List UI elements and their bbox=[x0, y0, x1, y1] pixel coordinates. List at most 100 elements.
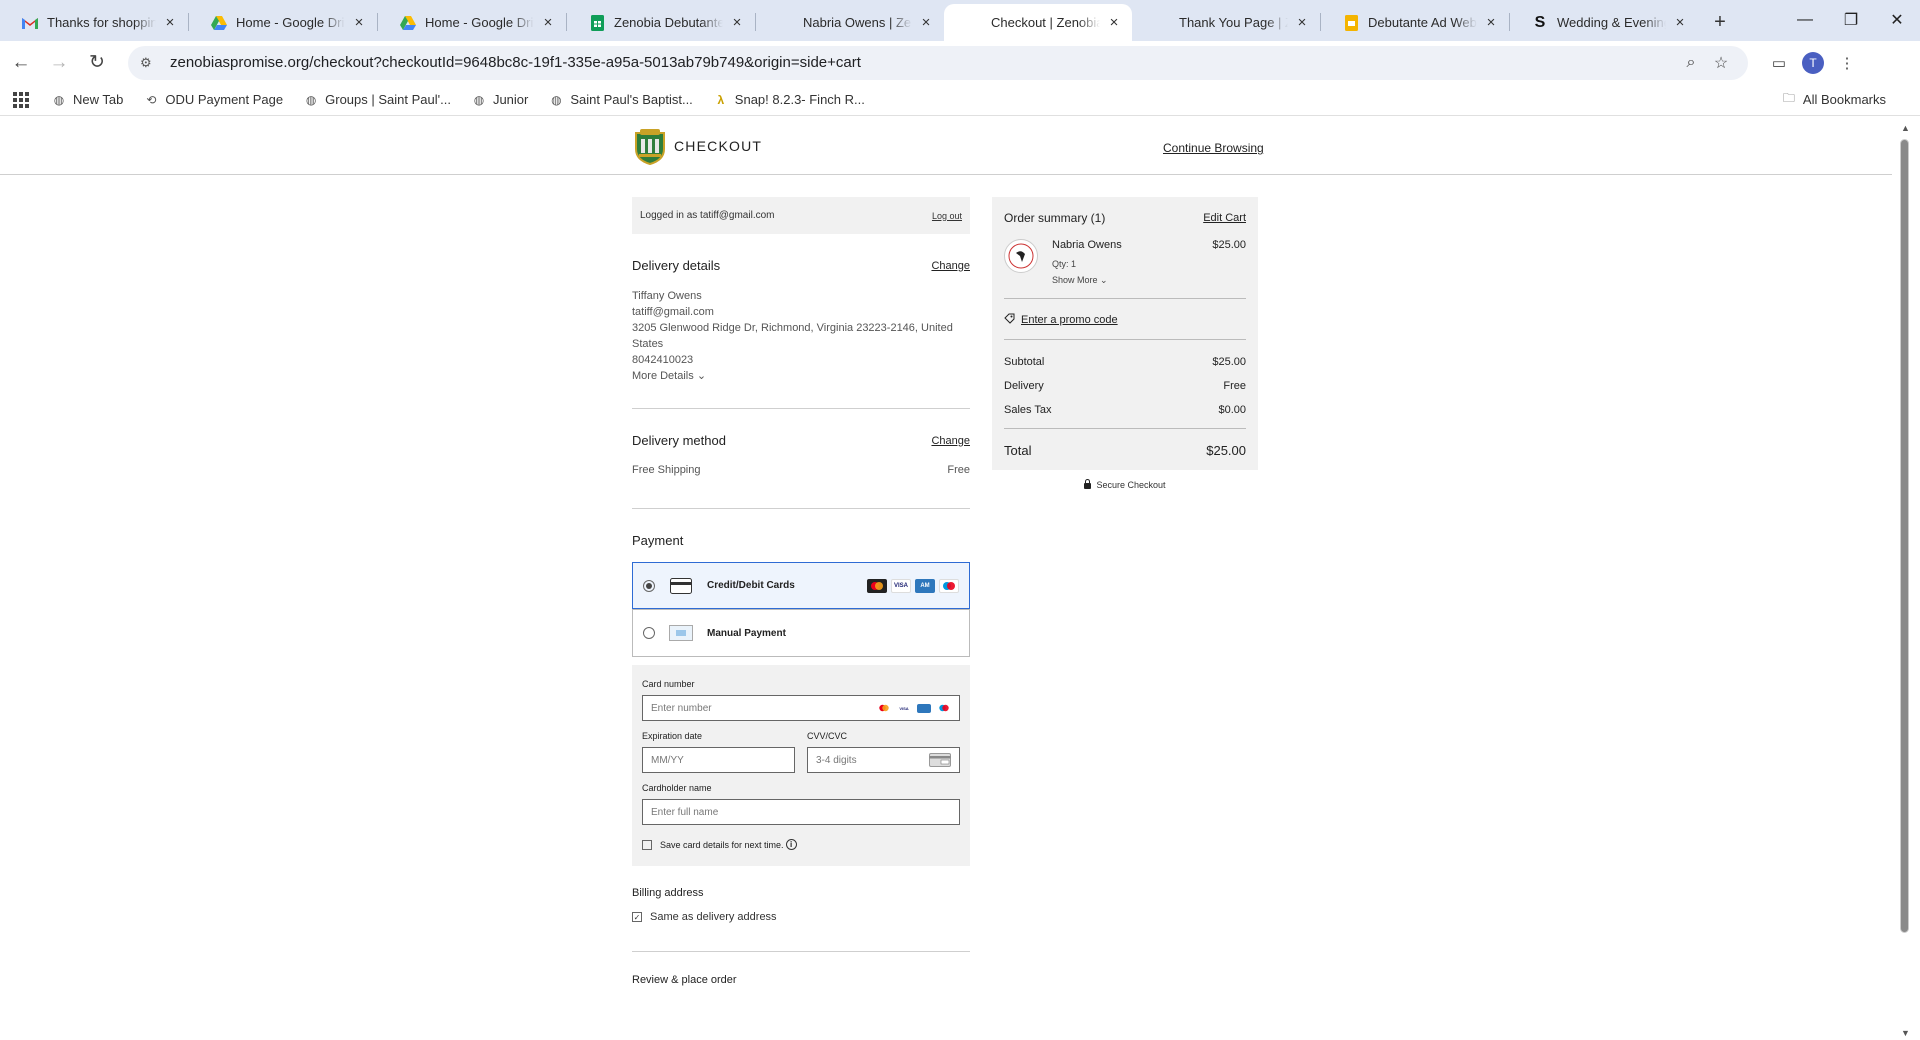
address-bar[interactable]: ⚙ zenobiaspromise.org/checkout?checkoutI… bbox=[128, 45, 1748, 80]
payment-section: Payment Credit/Debit Cards VISA AM Manua… bbox=[632, 509, 970, 986]
cvv-placeholder: 3-4 digits bbox=[816, 754, 857, 766]
expiration-input[interactable]: MM/YY bbox=[642, 747, 795, 773]
save-card-checkbox[interactable] bbox=[642, 839, 652, 850]
new-tab-button[interactable]: + bbox=[1706, 8, 1734, 36]
tab-title: Checkout | Zenobia's P bbox=[991, 15, 1100, 30]
globe-icon: ◍ bbox=[473, 92, 485, 107]
payment-option-label: Manual Payment bbox=[707, 627, 786, 639]
cardholder-placeholder: Enter full name bbox=[651, 806, 719, 818]
close-tab-icon[interactable]: × bbox=[1483, 14, 1499, 31]
tab-checkout[interactable]: Checkout | Zenobia's P × bbox=[944, 4, 1132, 41]
tab-title: Home - Google Drive bbox=[425, 15, 534, 30]
log-out-link[interactable]: Log out bbox=[932, 211, 962, 221]
site-info-icon[interactable]: ⚙ bbox=[140, 55, 160, 71]
sales-tax-label: Sales Tax bbox=[1004, 404, 1052, 416]
tab-search-icon[interactable]: ▭ bbox=[1762, 46, 1796, 80]
all-bookmarks[interactable]: 🗀 All Bookmarks bbox=[1781, 91, 1886, 108]
info-icon[interactable]: i bbox=[785, 839, 797, 850]
url-text[interactable]: zenobiaspromise.org/checkout?checkoutId=… bbox=[170, 54, 1676, 71]
menu-kebab-icon[interactable]: ⋮ bbox=[1830, 46, 1864, 80]
bookmark-snap[interactable]: λ Snap! 8.2.3- Finch R... bbox=[713, 92, 864, 108]
scroll-up-arrow-icon[interactable]: ▲ bbox=[1901, 123, 1910, 133]
site-logo[interactable]: CHECKOUT bbox=[632, 127, 762, 166]
payment-option-manual[interactable]: Manual Payment bbox=[633, 609, 969, 656]
lambda-icon: λ bbox=[717, 92, 725, 107]
payment-option-card[interactable]: Credit/Debit Cards VISA AM bbox=[632, 562, 970, 609]
change-delivery-details-link[interactable]: Change bbox=[931, 260, 970, 272]
site-header: CHECKOUT Continue Browsing bbox=[0, 117, 1892, 175]
promo-code-label: Enter a promo code bbox=[1021, 314, 1118, 326]
tab-google-drive[interactable]: Home - Google Drive × bbox=[189, 4, 377, 41]
close-tab-icon[interactable]: × bbox=[1672, 14, 1688, 31]
page-scrollbar[interactable]: ▲ ▼ bbox=[1892, 117, 1920, 1040]
close-tab-icon[interactable]: × bbox=[162, 14, 178, 31]
shipping-option: Free Shipping bbox=[632, 464, 701, 476]
amex-icon bbox=[917, 703, 931, 713]
tab-wedding-evening[interactable]: S Wedding & Evening F × bbox=[1510, 4, 1698, 41]
change-delivery-method-link[interactable]: Change bbox=[931, 435, 970, 447]
card-number-label: Card number bbox=[642, 679, 695, 689]
product-thumbnail bbox=[1004, 239, 1038, 273]
radio-unselected[interactable] bbox=[643, 627, 655, 639]
tab-google-sheets[interactable]: Zenobia Debutante Ad × bbox=[567, 4, 755, 41]
tab-title: Thank You Page | Zen bbox=[1179, 15, 1288, 30]
more-details-label: More Details bbox=[632, 370, 694, 382]
tab-title: Debutante Ad Websit bbox=[1368, 15, 1477, 30]
edit-cart-link[interactable]: Edit Cart bbox=[1203, 212, 1246, 224]
continue-browsing-link[interactable]: Continue Browsing bbox=[1163, 141, 1264, 155]
close-window-icon[interactable]: ✕ bbox=[1874, 0, 1920, 40]
zoom-icon[interactable]: ⌕ bbox=[1676, 54, 1706, 72]
close-tab-icon[interactable]: × bbox=[1106, 14, 1122, 31]
google-sheets-icon bbox=[589, 14, 605, 31]
bookmark-junior[interactable]: ◍ Junior bbox=[471, 92, 529, 108]
close-tab-icon[interactable]: × bbox=[729, 14, 745, 31]
close-tab-icon[interactable]: × bbox=[540, 14, 556, 31]
all-bookmarks-label: All Bookmarks bbox=[1802, 92, 1886, 107]
close-tab-icon[interactable]: × bbox=[1294, 14, 1310, 31]
total-row: Total $25.00 bbox=[1004, 443, 1246, 458]
restore-icon[interactable]: ❐ bbox=[1828, 0, 1874, 40]
product-qty: Qty: 1 bbox=[1052, 259, 1077, 269]
tab-strip: Thanks for shopping w × Home - Google Dr… bbox=[0, 0, 1920, 41]
tab-title: Zenobia Debutante Ad bbox=[614, 15, 723, 30]
cardholder-input[interactable]: Enter full name bbox=[642, 799, 960, 825]
cvv-card-icon bbox=[929, 753, 951, 767]
checkout-main-column: Logged in as tatiff@gmail.com Log out De… bbox=[632, 197, 970, 986]
tab-google-slides[interactable]: Debutante Ad Websit × bbox=[1321, 4, 1509, 41]
card-number-input[interactable]: Enter number VISA bbox=[642, 695, 960, 721]
minimize-icon[interactable]: — bbox=[1782, 0, 1828, 40]
promo-code-link[interactable]: Enter a promo code bbox=[1004, 299, 1246, 340]
profile-avatar[interactable]: T bbox=[1802, 51, 1824, 74]
scroll-down-arrow-icon[interactable]: ▼ bbox=[1901, 1028, 1910, 1038]
card-brand-logos: VISA AM bbox=[867, 578, 959, 593]
back-icon[interactable]: ← bbox=[4, 46, 38, 80]
reload-icon[interactable]: ↻ bbox=[80, 46, 114, 80]
tab-gmail[interactable]: Thanks for shopping w × bbox=[0, 4, 188, 41]
forward-icon[interactable]: → bbox=[42, 46, 76, 80]
tab-nabria-owens[interactable]: Nabria Owens | Zenob × bbox=[756, 4, 944, 41]
mastercard-icon bbox=[877, 703, 891, 713]
bookmark-saint-pauls[interactable]: ◍ Saint Paul's Baptist... bbox=[548, 92, 693, 108]
visa-icon: VISA bbox=[891, 578, 911, 593]
radio-selected[interactable] bbox=[643, 579, 655, 592]
tab-thank-you[interactable]: Thank You Page | Zen × bbox=[1132, 4, 1320, 41]
total-label: Total bbox=[1004, 443, 1032, 458]
more-details-toggle[interactable]: More Details ⌄ bbox=[632, 368, 970, 384]
maestro-icon bbox=[939, 578, 959, 593]
close-tab-icon[interactable]: × bbox=[351, 14, 367, 31]
same-address-checkbox[interactable]: ✓ bbox=[632, 912, 642, 922]
cvv-input[interactable]: 3-4 digits bbox=[807, 747, 960, 773]
bookmark-star-icon[interactable]: ☆ bbox=[1706, 53, 1736, 73]
show-more-toggle[interactable]: Show More ⌄ bbox=[1052, 275, 1122, 286]
bookmark-new-tab[interactable]: ◍ New Tab bbox=[51, 92, 124, 108]
amex-icon: AM bbox=[915, 578, 935, 593]
chevron-down-icon: ⌄ bbox=[696, 370, 707, 382]
save-card-label: Save card details for next time. bbox=[660, 839, 784, 850]
bookmark-odu-payment[interactable]: ⟲ ODU Payment Page bbox=[143, 92, 283, 108]
close-tab-icon[interactable]: × bbox=[918, 14, 934, 31]
delivery-label: Delivery bbox=[1004, 380, 1044, 392]
apps-grid-icon[interactable] bbox=[13, 91, 29, 108]
tab-google-drive[interactable]: Home - Google Drive × bbox=[378, 4, 566, 41]
scrollbar-thumb[interactable] bbox=[1900, 139, 1909, 933]
bookmark-groups[interactable]: ◍ Groups | Saint Paul'... bbox=[303, 92, 451, 108]
